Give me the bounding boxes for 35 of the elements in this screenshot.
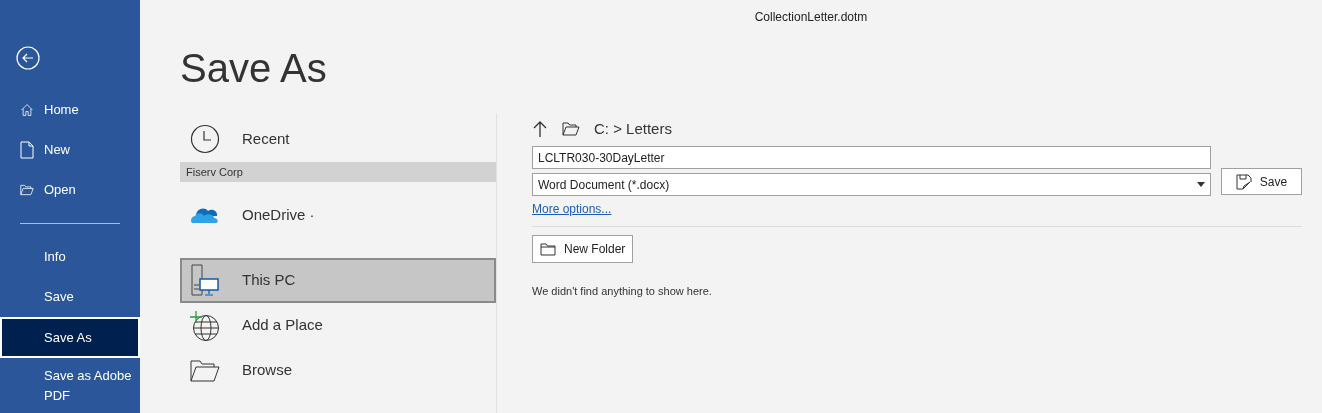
empty-message: We didn't find anything to show here.: [532, 284, 713, 299]
folder-path[interactable]: C: > Letters: [594, 117, 672, 141]
sidebar-item[interactable]: Save As: [0, 316, 140, 359]
folder-icon: [20, 183, 34, 197]
save-edit-icon: [1235, 173, 1252, 190]
folder-icon: [190, 359, 220, 382]
folder-icon: [562, 122, 580, 136]
sidebar-item[interactable]: New: [0, 130, 140, 170]
folder-icon: [540, 242, 556, 256]
file-name-field[interactable]: LCLTR030-30DayLetter: [532, 146, 1211, 169]
document-icon: [20, 141, 34, 159]
new-folder-button[interactable]: New Folder: [532, 235, 634, 263]
save-button[interactable]: Save: [1221, 168, 1302, 195]
sidebar-item[interactable]: Save as Adobe PDF: [0, 358, 140, 413]
sidebar-item[interactable]: Home: [0, 90, 140, 130]
group-header: Fiserv Corp: [180, 162, 496, 182]
location-item[interactable]: Recent: [180, 116, 496, 162]
sidebar-item[interactable]: Save: [0, 276, 140, 317]
sidebar-item[interactable]: Open: [0, 170, 140, 210]
page-heading: Save As: [180, 45, 328, 92]
location-item[interactable]: OneDrive ·: [180, 192, 496, 258]
location-item[interactable]: This PC: [180, 258, 496, 303]
caret-icon: [1197, 182, 1205, 187]
file-type-dropdown[interactable]: Word Document (*.docx): [532, 173, 1211, 196]
up-arrow-button[interactable]: [532, 120, 548, 138]
sidebar-item[interactable]: Info: [0, 236, 140, 277]
clock-icon: [190, 124, 220, 154]
globe-plus-icon: [189, 309, 221, 342]
location-item[interactable]: Browse: [180, 348, 496, 393]
back-button[interactable]: [16, 46, 40, 70]
home-icon: [20, 101, 34, 119]
location-item[interactable]: Add a Place: [180, 303, 496, 348]
more-options-link[interactable]: More options...: [532, 200, 612, 218]
computer-icon: [190, 263, 220, 298]
window-title: CollectionLetter.dotm: [754, 9, 868, 26]
